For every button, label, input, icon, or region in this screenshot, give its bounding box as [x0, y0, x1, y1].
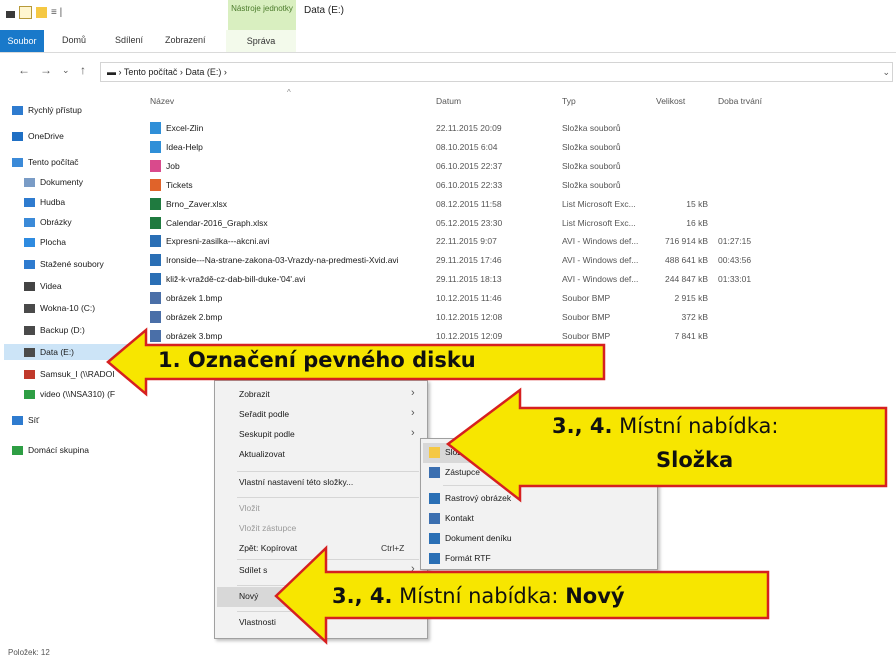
callout-new-steps: 3., 4.: [332, 584, 393, 608]
callout-arrow-folder: [445, 387, 888, 503]
callout-new-text: 3., 4. Místní nabídka: Nový: [332, 584, 625, 608]
callout-new-caption: Místní nabídka:: [392, 584, 566, 608]
callout-folder-caption: Místní nabídka:: [612, 414, 779, 438]
callout-folder-line2: Složka: [656, 448, 734, 472]
callout-step1-text: 1. Označení pevného disku: [158, 348, 476, 372]
callout-folder-line1: 3., 4. Místní nabídka:: [552, 414, 779, 438]
callout-arrows: [106, 327, 888, 645]
callout-folder-steps: 3., 4.: [552, 414, 613, 438]
callout-new-target: Nový: [565, 584, 625, 608]
status-bar: Položek: 12: [8, 648, 50, 657]
